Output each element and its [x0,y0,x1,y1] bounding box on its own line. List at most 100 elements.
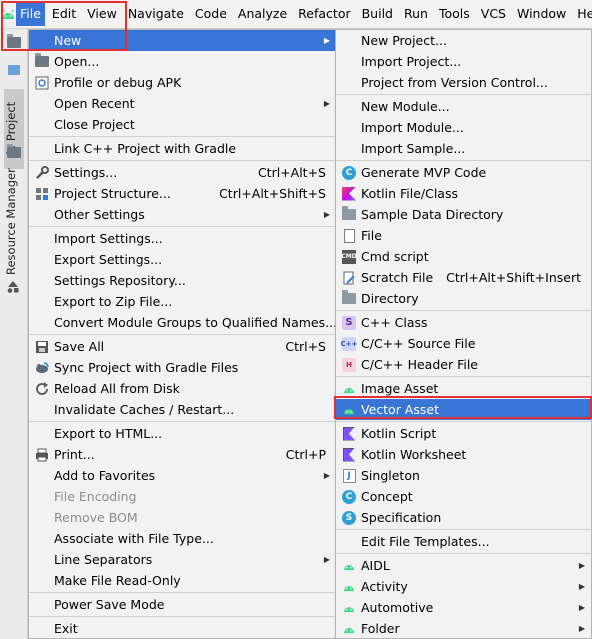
file-menu-close-project[interactable]: Close Project [29,114,336,135]
kotlin-script-icon [341,426,357,442]
new-menu-generate-mvp[interactable]: C Generate MVP Code [336,162,591,183]
resource-shapes-icon [7,281,19,293]
file-menu-exit[interactable]: Exit [29,618,336,639]
file-menu-project-structure[interactable]: Project Structure... Ctrl+Alt+Shift+S [29,183,336,204]
new-menu-cmd-script[interactable]: CMD Cmd script [336,246,591,267]
concept-icon: C [341,489,357,505]
file-menu-open-recent[interactable]: Open Recent ▶ [29,93,336,114]
left-tool-strip: 1: Project Resource Manager [0,29,28,639]
android-studio-logo-icon [0,0,16,29]
new-menu-directory[interactable]: Directory [336,288,591,309]
file-menu-link-cpp[interactable]: Link C++ Project with Gradle [29,138,336,159]
file-menu-export-html[interactable]: Export to HTML... [29,423,336,444]
submenu-arrow-icon: ▶ [323,210,330,219]
new-menu-file[interactable]: File [336,225,591,246]
file-menu-reload-all[interactable]: Reload All from Disk [29,378,336,399]
menu-separator [336,376,591,377]
tab-resource-manager[interactable]: Resource Manager [4,168,24,279]
new-menu-import-module[interactable]: Import Module... [336,117,591,138]
file-menu: New ▶ Open... Profile or debug APK Open … [28,29,337,639]
new-menu-folder[interactable]: Folder ▶ [336,618,591,639]
menu-separator [336,94,591,95]
menu-analyze[interactable]: Analyze [234,2,291,26]
new-menu-cpp-class[interactable]: S C++ Class [336,312,591,333]
menu-build[interactable]: Build [358,2,397,26]
new-menu-specification[interactable]: S Specification [336,507,591,528]
specification-icon: S [341,510,357,526]
android-icon [341,402,357,418]
new-menu-singleton[interactable]: J Singleton [336,465,591,486]
new-menu-kotlin-file[interactable]: Kotlin File/Class [336,183,591,204]
file-menu-invalidate-caches[interactable]: Invalidate Caches / Restart... [29,399,336,420]
new-menu-activity[interactable]: Activity ▶ [336,576,591,597]
new-menu-kotlin-worksheet[interactable]: Kotlin Worksheet [336,444,591,465]
menu-view[interactable]: View [83,2,121,26]
menu-help[interactable]: He [573,2,592,26]
menu-edit[interactable]: Edit [48,2,80,26]
menu-run[interactable]: Run [400,2,432,26]
project-structure-icon [34,186,50,202]
cpp-class-icon: S [341,315,357,331]
file-menu-convert-module-groups[interactable]: Convert Module Groups to Qualified Names… [29,312,337,333]
new-menu-project-from-vcs[interactable]: Project from Version Control... [336,72,591,93]
menu-window[interactable]: Window [513,2,570,26]
new-menu-cpp-header[interactable]: H C/C++ Header File [336,354,591,375]
new-menu-automotive[interactable]: Automotive ▶ [336,597,591,618]
menu-navigate[interactable]: Navigate [124,2,188,26]
menu-separator [336,310,591,311]
new-menu-edit-file-templates[interactable]: Edit File Templates... [336,531,591,552]
new-menu-cpp-source[interactable]: C++ C/C++ Source File [336,333,591,354]
submenu-arrow-icon: ▶ [578,582,585,591]
folder-icon [7,144,21,158]
file-menu-line-separators[interactable]: Line Separators ▶ [29,549,336,570]
file-menu-associate-file-type[interactable]: Associate with File Type... [29,528,336,549]
new-menu-new-project[interactable]: New Project... [336,30,591,51]
menu-separator [336,160,591,161]
scratch-icon [341,270,357,286]
menu-separator [29,136,336,137]
file-menu-settings[interactable]: Settings... Ctrl+Alt+S [29,162,336,183]
file-menu-sync-gradle[interactable]: Sync Project with Gradle Files [29,357,336,378]
menu-vcs[interactable]: VCS [477,2,510,26]
new-menu-scratch-file[interactable]: Scratch File Ctrl+Alt+Shift+Insert [336,267,591,288]
new-menu-import-project[interactable]: Import Project... [336,51,591,72]
file-menu-import-settings[interactable]: Import Settings... [29,228,336,249]
new-menu-concept[interactable]: C Concept [336,486,591,507]
android-icon [341,579,357,595]
android-icon [341,381,357,397]
menu-separator [336,529,591,530]
file-menu-file-encoding: File Encoding [54,489,137,504]
apk-icon [34,75,50,91]
new-menu-kotlin-script[interactable]: Kotlin Script [336,423,591,444]
new-menu-sample-data-dir[interactable]: Sample Data Directory [336,204,591,225]
file-menu-add-favorites[interactable]: Add to Favorites ▶ [29,465,336,486]
singleton-icon: J [341,468,357,484]
file-menu-settings-repository[interactable]: Settings Repository... [29,270,336,291]
file-menu-make-read-only[interactable]: Make File Read-Only [29,570,336,591]
file-menu-open[interactable]: Open... [29,51,336,72]
cmd-icon: CMD [341,249,357,265]
file-menu-other-settings[interactable]: Other Settings ▶ [29,204,336,225]
menu-file[interactable]: File [16,2,45,26]
new-menu-vector-asset[interactable]: Vector Asset [336,399,591,420]
file-menu-profile-apk[interactable]: Profile or debug APK [29,72,336,93]
project-view-icon[interactable] [8,65,20,75]
submenu-arrow-icon: ▶ [323,99,330,108]
menu-refactor[interactable]: Refactor [294,2,354,26]
menu-tools[interactable]: Tools [435,2,474,26]
file-menu-power-save[interactable]: Power Save Mode [29,594,336,615]
new-menu-aidl[interactable]: AIDL ▶ [336,555,591,576]
new-menu-import-sample[interactable]: Import Sample... [336,138,591,159]
file-menu-export-zip[interactable]: Export to Zip File... [29,291,336,312]
menu-separator [29,616,336,617]
new-menu-new-module[interactable]: New Module... [336,96,591,117]
folder-open-icon[interactable] [7,34,21,48]
file-menu-print[interactable]: Print... Ctrl+P [29,444,336,465]
new-menu-image-asset[interactable]: Image Asset [336,378,591,399]
file-menu-export-settings[interactable]: Export Settings... [29,249,336,270]
menu-code[interactable]: Code [191,2,231,26]
submenu-arrow-icon: ▶ [578,624,585,633]
file-menu-save-all[interactable]: Save All Ctrl+S [29,336,336,357]
file-menu-new[interactable]: New ▶ [29,30,336,51]
submenu-arrow-icon: ▶ [323,471,330,480]
